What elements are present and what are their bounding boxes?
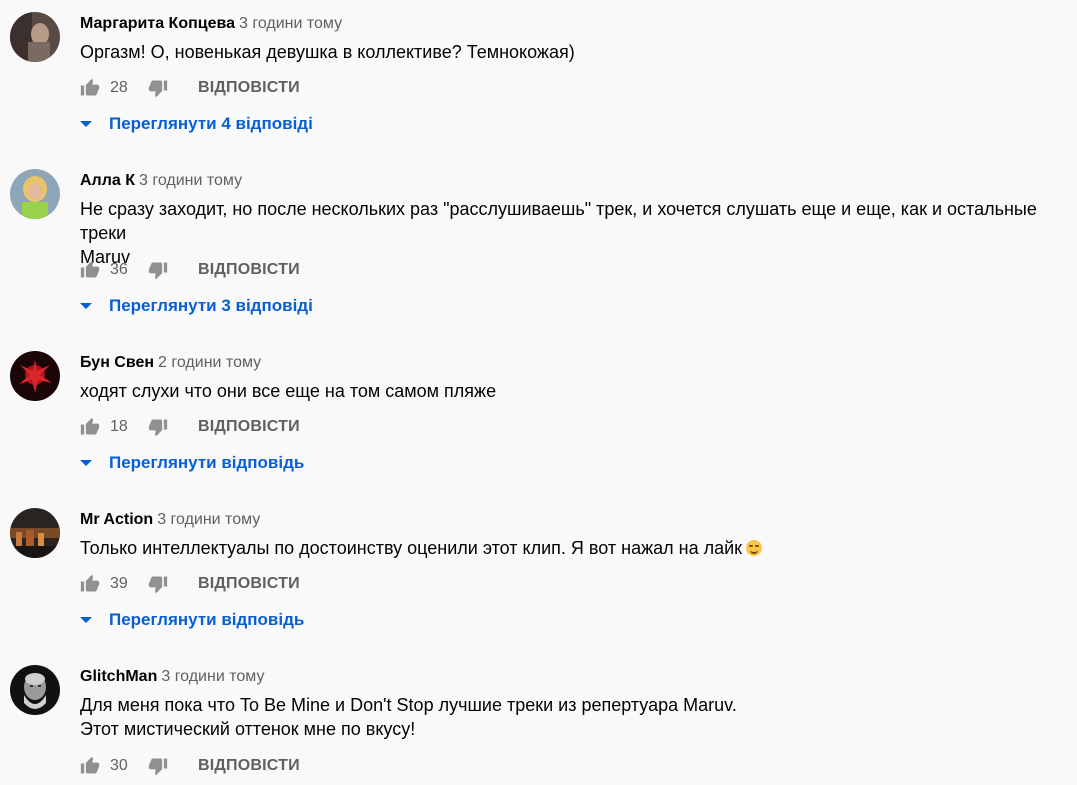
comment-actions: 30 ВІДПОВІСТИ <box>80 754 300 778</box>
comment-time[interactable]: 2 години тому <box>158 354 261 371</box>
like-count: 39 <box>110 575 128 592</box>
view-replies-button[interactable]: Переглянути відповідь <box>80 608 304 632</box>
thumb-down-icon[interactable] <box>148 574 168 594</box>
comment-time[interactable]: 3 години тому <box>139 172 242 189</box>
thumb-up-icon[interactable] <box>80 417 100 437</box>
author-name[interactable]: Алла К <box>80 172 135 189</box>
comment-text-line: Для меня пока что To Be Mine и Don't Sto… <box>80 695 737 715</box>
comment-header: GlitchMan 3 години тому <box>80 667 264 687</box>
thumb-up-icon[interactable] <box>80 756 100 776</box>
comment-actions: 28 ВІДПОВІСТИ <box>80 76 300 100</box>
comment-text: ходят слухи что они все еще на том самом… <box>80 379 1075 403</box>
thumb-up-icon[interactable] <box>80 260 100 280</box>
comment-text-line: Только интеллектуалы по достоинству оцен… <box>80 536 1075 560</box>
comment-header: Алла К3 години тому <box>80 171 242 191</box>
thumb-down-icon[interactable] <box>148 756 168 776</box>
comment-text-content: Только интеллектуалы по достоинству оцен… <box>80 538 743 558</box>
reply-button[interactable]: ВІДПОВІСТИ <box>198 79 300 97</box>
avatar[interactable] <box>10 169 60 219</box>
reply-button[interactable]: ВІДПОВІСТИ <box>198 418 300 436</box>
thumb-up-icon[interactable] <box>80 78 100 98</box>
reply-button[interactable]: ВІДПОВІСТИ <box>198 575 300 593</box>
smirk-emoji-icon <box>746 540 763 556</box>
view-replies-label: Переглянути 3 відповіді <box>109 296 313 315</box>
view-replies-button[interactable]: Переглянути відповідь <box>80 451 304 475</box>
like-count: 30 <box>110 757 128 774</box>
comment-time[interactable]: 3 години тому <box>157 511 260 528</box>
like-count: 36 <box>110 261 128 278</box>
thumb-down-icon[interactable] <box>148 78 168 98</box>
caret-down-icon <box>80 121 92 127</box>
comment-header: Маргарита Копцева 3 години тому <box>80 14 342 34</box>
author-name[interactable]: Mr Action <box>80 511 153 528</box>
author-name[interactable]: Бун Свен <box>80 354 154 371</box>
thumb-up-icon[interactable] <box>80 574 100 594</box>
comment-header: Бун Свен 2 години тому <box>80 353 261 373</box>
avatar[interactable] <box>10 665 60 715</box>
author-name[interactable]: GlitchMan <box>80 668 157 685</box>
like-count: 18 <box>110 418 128 435</box>
comment-text-line: Оргазм! О, новенькая девушка в коллектив… <box>80 42 575 62</box>
like-count: 28 <box>110 79 128 96</box>
view-replies-button[interactable]: Переглянути 4 відповіді <box>80 112 313 136</box>
caret-down-icon <box>80 617 92 623</box>
comment-text-line: ходят слухи что они все еще на том самом… <box>80 381 497 401</box>
comment-time[interactable]: 3 години тому <box>161 668 264 685</box>
comment-header: Mr Action 3 години тому <box>80 510 260 530</box>
view-replies-label: Переглянути 4 відповіді <box>109 114 313 133</box>
view-replies-label: Переглянути відповідь <box>109 610 305 629</box>
avatar[interactable] <box>10 508 60 558</box>
avatar[interactable] <box>10 351 60 401</box>
view-replies-button[interactable]: Переглянути 3 відповіді <box>80 294 313 318</box>
comment-text: Для меня пока что To Be Mine и Don't Sto… <box>80 693 1075 741</box>
comment-text-line: Не сразу заходит, но после нескольких ра… <box>80 199 1037 243</box>
caret-down-icon <box>80 303 92 309</box>
caret-down-icon <box>80 460 92 466</box>
comment-text-line: Этот мистический оттенок мне по вкусу! <box>80 719 416 739</box>
comment-time[interactable]: 3 години тому <box>239 15 342 32</box>
comment-actions: 39 ВІДПОВІСТИ <box>80 572 300 596</box>
reply-button[interactable]: ВІДПОВІСТИ <box>198 757 300 775</box>
comment-actions: 36 ВІДПОВІСТИ <box>80 258 300 282</box>
comment-text: Только интеллектуалы по достоинству оцен… <box>80 536 1075 560</box>
thumb-down-icon[interactable] <box>148 260 168 280</box>
author-name[interactable]: Маргарита Копцева <box>80 15 235 32</box>
comment-actions: 18 ВІДПОВІСТИ <box>80 415 300 439</box>
view-replies-label: Переглянути відповідь <box>109 453 305 472</box>
avatar[interactable] <box>10 12 60 62</box>
reply-button[interactable]: ВІДПОВІСТИ <box>198 261 300 279</box>
thumb-down-icon[interactable] <box>148 417 168 437</box>
comment-text: Оргазм! О, новенькая девушка в коллектив… <box>80 40 1075 64</box>
